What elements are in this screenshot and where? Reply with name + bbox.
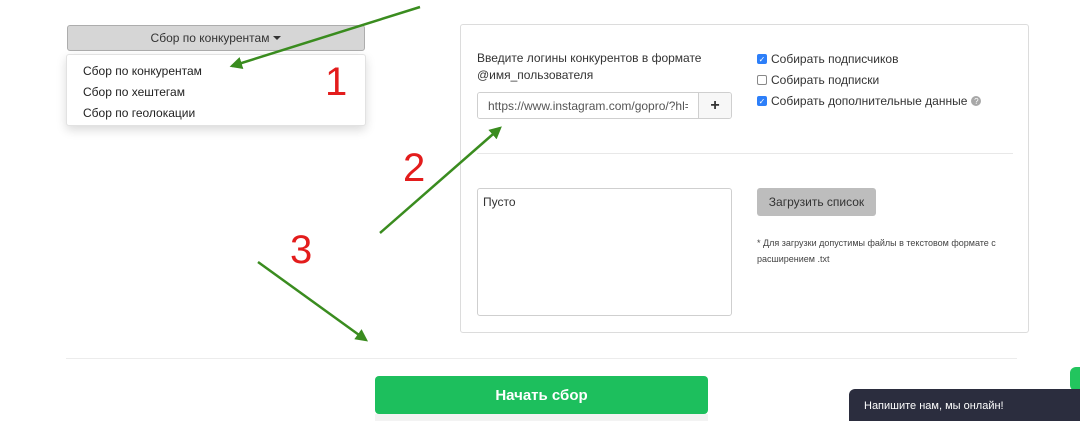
arrow-to-start-button: [257, 260, 369, 342]
arrow-to-dropdown-item: [229, 5, 421, 69]
arrow-to-url-input: [379, 126, 502, 234]
annotation-arrows: [229, 5, 502, 342]
